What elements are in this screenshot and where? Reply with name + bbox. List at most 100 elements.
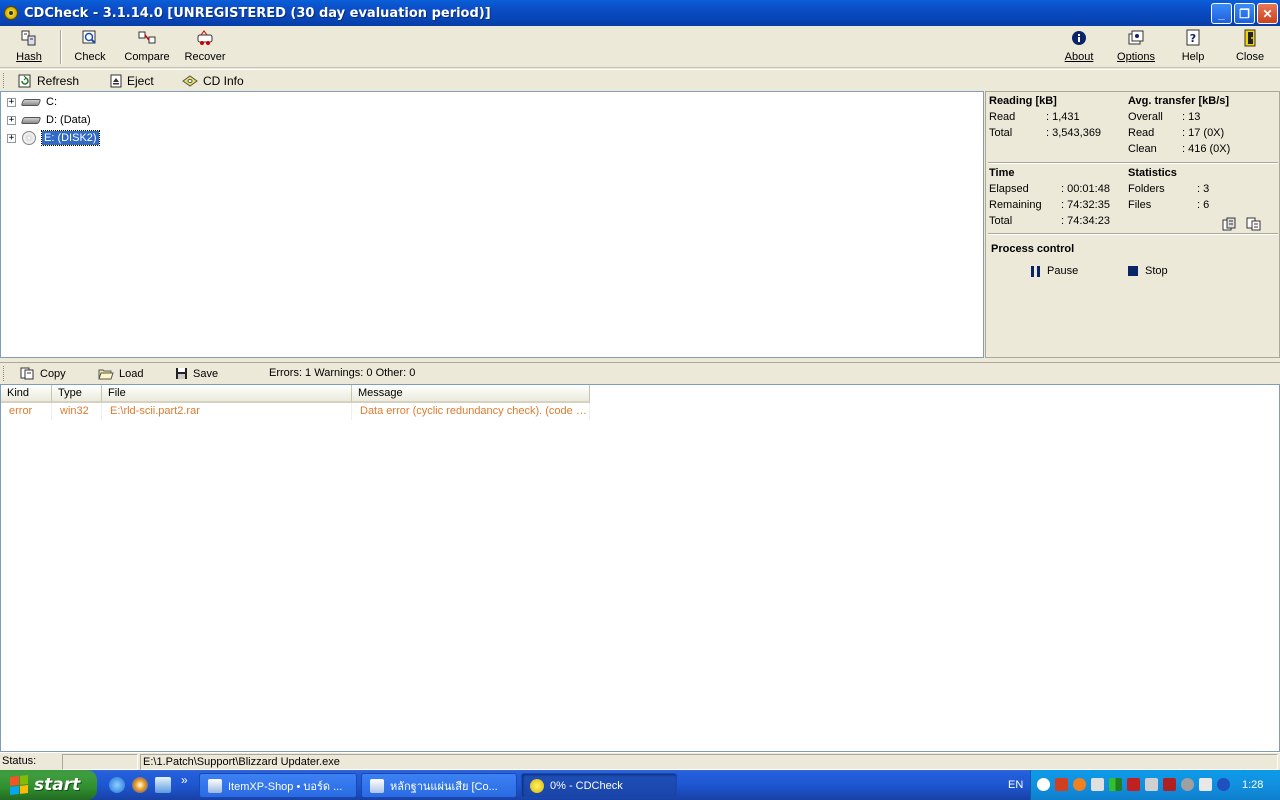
tree-item-drive-d[interactable]: + D: (Data) [7,112,93,128]
load-label: Load [119,367,144,380]
log-row[interactable]: error win32 E:\rld-scii.part2.rar Data e… [1,403,590,420]
tray-speaker-icon[interactable] [1181,778,1194,791]
folders-value: : 3 [1197,183,1210,195]
open-folder-icon [98,369,114,380]
copy-clipboard-icon[interactable] [1246,217,1262,234]
progress-info-panel: Reading [kB] Read : 1,431 Total : 3,543,… [985,91,1280,358]
folders-label: Folders [1128,183,1165,195]
start-button[interactable]: start [0,770,97,800]
media-player-icon[interactable] [132,777,148,793]
status-current-file: E:\1.Patch\Support\Blizzard Updater.exe [140,754,1278,770]
panel-divider [988,233,1278,235]
cd-info-icon [182,74,198,87]
column-header-kind[interactable]: Kind [1,385,52,403]
panel-divider [988,162,1278,164]
status-panel [62,754,138,770]
about-button[interactable]: About [1060,28,1098,66]
cd-info-button[interactable]: CD Info [182,72,244,89]
files-value: : 6 [1197,199,1210,211]
load-log-button[interactable]: Load [98,365,143,382]
maximize-button[interactable]: ❐ [1234,3,1255,24]
tray-network-icon[interactable] [1055,778,1068,791]
hash-icon [20,29,38,47]
check-icon [81,29,99,47]
column-header-type[interactable]: Type [52,385,102,403]
check-button[interactable]: Check [70,28,110,66]
tree-item-label: D: (Data) [46,114,91,126]
expand-toggle[interactable]: + [7,115,16,125]
clock[interactable]: 1:28 [1242,779,1263,791]
column-header-message[interactable]: Message [352,385,590,403]
tray-connection-icon[interactable] [1145,778,1158,791]
options-button[interactable]: Options [1114,28,1158,66]
transfer-read-label: Read [1128,127,1155,139]
recover-button[interactable]: Recover [182,28,228,66]
tray-signal-icon[interactable] [1109,778,1122,791]
check-label: Check [74,51,106,63]
pause-button[interactable]: Pause [1031,265,1078,277]
compare-button[interactable]: Compare [122,28,172,66]
tray-bluetooth-icon[interactable] [1217,778,1230,791]
expand-toggle[interactable]: + [7,133,16,143]
copy-stats-icon[interactable] [1222,217,1238,234]
recover-label: Recover [184,51,226,63]
task-cdcheck[interactable]: 0% - CDCheck [521,773,677,798]
log-list[interactable]: Kind Type File Message error win32 E:\rl… [0,384,1280,752]
language-indicator[interactable]: EN [1008,779,1023,791]
about-label: About [1064,51,1094,63]
time-total-value: : 74:34:23 [1061,215,1110,227]
tray-antivirus-icon[interactable] [1127,778,1140,791]
save-log-button[interactable]: Save [175,365,218,382]
hash-label: Hash [16,51,42,63]
tree-item-drive-e[interactable]: + E: (DISK2) [7,130,100,146]
pause-icon [1031,265,1040,277]
save-disk-icon [176,368,187,379]
task-evidence-doc[interactable]: หลักฐานแผ่นเสีย [Co... [361,773,517,798]
time-title: Time [989,167,1015,179]
clean-label: Clean [1128,143,1157,155]
column-header-file[interactable]: File [102,385,352,403]
compare-label: Compare [124,51,170,63]
read-value: : 1,431 [1046,111,1080,123]
tray-app-icon[interactable] [1091,778,1104,791]
tray-security-icon[interactable] [1163,778,1176,791]
compare-icon [138,29,156,47]
toolbar-grip[interactable] [3,366,6,381]
internet-explorer-icon[interactable] [109,777,125,793]
time-total-label: Total [989,215,1013,227]
hash-button[interactable]: Hash [8,28,50,66]
refresh-button[interactable]: Refresh [18,72,79,89]
task-label: 0% - CDCheck [550,779,623,792]
close-app-button[interactable]: Close [1232,28,1268,66]
log-cell-file: E:\rld-scii.part2.rar [102,403,352,420]
help-button[interactable]: ? Help [1176,28,1210,66]
close-window-button[interactable]: ✕ [1257,3,1278,24]
help-label: Help [1181,51,1205,63]
task-itemxp-shop[interactable]: ItemXP-Shop • บอร์ด ... [199,773,357,798]
toolbar-grip[interactable] [3,73,6,88]
drive-tree[interactable]: + C: + D: (Data) + E: (DISK2) [0,91,984,358]
cdcheck-app-icon[interactable] [4,6,18,20]
cd-drive-icon [22,131,38,145]
desktop-icon[interactable] [155,777,171,793]
reading-title: Reading [kB] [989,95,1057,107]
task-label: หลักฐานแผ่นเสีย [Co... [390,780,498,793]
quicklaunch-chevron[interactable]: » [181,773,188,787]
close-label: Close [1235,51,1265,63]
hard-drive-icon [20,115,42,125]
minimize-button[interactable]: _ [1211,3,1232,24]
eject-button[interactable]: Eject [110,72,154,89]
tray-expand-icon[interactable] [1037,778,1050,791]
copy-log-button[interactable]: Copy [20,365,66,382]
tray-firefox-icon[interactable] [1073,778,1086,791]
cdcheck-task-icon [530,778,544,793]
tree-item-label: E: (DISK2) [41,130,100,146]
process-control-title: Process control [991,243,1075,255]
eject-icon [110,74,122,87]
status-bar: Status: E:\1.Patch\Support\Blizzard Upda… [0,752,1280,770]
expand-toggle[interactable]: + [7,97,16,107]
log-header: Kind Type File Message [1,385,590,403]
stop-button[interactable]: Stop [1128,265,1168,277]
tree-item-drive-c[interactable]: + C: [7,94,59,110]
tray-display-icon[interactable] [1199,778,1212,791]
